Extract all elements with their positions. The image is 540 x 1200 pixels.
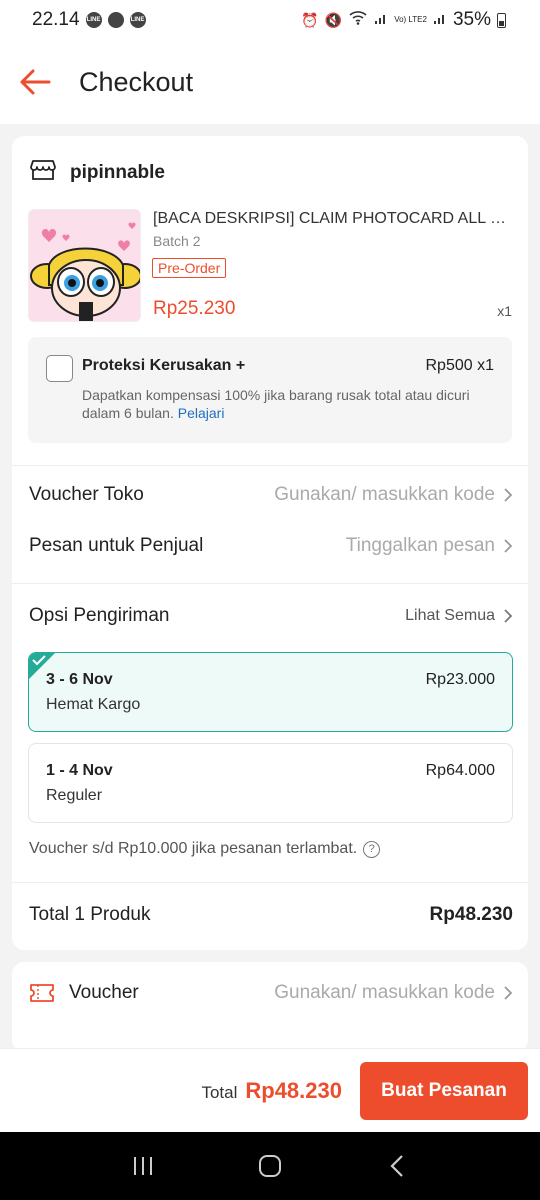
late-note-text: Voucher s/d Rp10.000 jika pesanan terlam…	[29, 840, 358, 857]
voucher-card: Voucher Gunakan/ masukkan kode	[12, 962, 528, 1052]
shipping-header-row: Opsi Pengiriman Lihat Semua	[29, 605, 513, 627]
divider	[12, 882, 528, 883]
protection-price: Rp500 x1	[425, 357, 495, 374]
platform-voucher-row[interactable]: Voucher Gunakan/ masukkan kode	[29, 982, 513, 1004]
signal-icon	[374, 9, 388, 31]
network-type: Vo) LTE2	[394, 15, 427, 24]
see-all-label: Lihat Semua	[405, 607, 495, 624]
status-left: 22.14 LINE LINE	[32, 9, 146, 31]
home-button[interactable]	[250, 1146, 290, 1186]
shop-voucher-hint: Gunakan/ masukkan kode	[274, 484, 495, 505]
product-quantity: x1	[497, 303, 512, 319]
bottom-total-value: Rp48.230	[245, 1078, 342, 1103]
seller-message-label: Pesan untuk Penjual	[29, 535, 204, 556]
see-all-button[interactable]: Lihat Semua	[405, 607, 513, 625]
help-icon[interactable]: ?	[363, 840, 381, 858]
learn-more-link[interactable]: Pelajari	[178, 405, 225, 421]
protection-box: Proteksi Kerusakan + Rp500 x1 Dapatkan k…	[28, 337, 512, 443]
shipping-option-selected[interactable]: 3 - 6 Nov Hemat Kargo Rp23.000	[28, 652, 513, 732]
protection-description: Dapatkan kompensasi 100% jika barang rus…	[82, 386, 502, 422]
voucher-label: Voucher	[69, 982, 139, 1003]
chevron-right-icon	[504, 986, 513, 1000]
header: Checkout	[0, 40, 540, 124]
back-arrow-icon[interactable]	[18, 65, 52, 99]
shipping-service: Hemat Kargo	[46, 696, 141, 713]
shipping-date: 1 - 4 Nov	[46, 762, 113, 779]
voucher-left: Voucher	[29, 982, 139, 1004]
seller-message-hint-wrap: Tinggalkan pesan	[346, 535, 513, 557]
status-time: 22.14	[32, 9, 80, 30]
system-nav-bar	[0, 1132, 540, 1200]
signal-icon	[433, 9, 447, 31]
order-total-value: Rp48.230	[429, 904, 513, 925]
shipping-date: 3 - 6 Nov	[46, 671, 113, 688]
shop-voucher-row[interactable]: Voucher Toko Gunakan/ masukkan kode	[29, 484, 513, 506]
line-app-icon: LINE	[129, 12, 146, 28]
chevron-right-icon	[504, 488, 513, 502]
seller-message-row[interactable]: Pesan untuk Penjual Tinggalkan pesan	[29, 535, 513, 557]
divider	[12, 465, 528, 466]
protection-checkbox[interactable]	[46, 355, 73, 382]
order-total-row: Total 1 Produk Rp48.230	[29, 904, 513, 926]
shipping-label: Opsi Pengiriman	[29, 605, 170, 626]
shop-voucher-hint-wrap: Gunakan/ masukkan kode	[274, 484, 513, 506]
recent-apps-button[interactable]	[123, 1146, 163, 1186]
product-title[interactable]: [BACA DESKRIPSI] CLAIM PHOTOCARD ALL N..…	[153, 210, 513, 228]
recent-apps-icon	[134, 1157, 153, 1175]
order-total-label: Total 1 Produk	[29, 904, 151, 925]
place-order-button[interactable]: Buat Pesanan	[360, 1062, 528, 1120]
preorder-badge: Pre-Order	[152, 258, 227, 278]
protection-desc-text: Dapatkan kompensasi 100% jika barang rus…	[82, 387, 470, 421]
page-title: Checkout	[79, 66, 194, 97]
late-delivery-note: Voucher s/d Rp10.000 jika pesanan terlam…	[29, 840, 381, 858]
wifi-icon	[348, 9, 368, 31]
home-icon	[258, 1155, 281, 1177]
protection-title: Proteksi Kerusakan +	[82, 357, 246, 374]
alarm-icon: ⏰	[301, 11, 319, 28]
chevron-right-icon	[504, 609, 513, 623]
voucher-hint: Gunakan/ masukkan kode	[274, 982, 495, 1003]
shipping-service: Reguler	[46, 787, 103, 804]
chevron-right-icon	[504, 539, 513, 553]
status-bar: 22.14 LINE LINE ⏰ 🔇 Vo) LTE2 35%	[0, 0, 540, 40]
back-nav-icon	[390, 1155, 403, 1177]
bottom-total-label: Total	[201, 1083, 238, 1102]
whatsapp-icon	[107, 12, 124, 28]
shop-voucher-label: Voucher Toko	[29, 484, 144, 505]
shipping-price: Rp23.000	[425, 671, 495, 688]
battery-icon	[497, 12, 506, 28]
store-icon	[30, 158, 56, 187]
product-variant: Batch 2	[153, 233, 201, 249]
product-price: Rp25.230	[153, 298, 236, 319]
checkout-bar: Total Rp48.230 Buat Pesanan	[0, 1048, 540, 1132]
back-button[interactable]	[377, 1146, 417, 1186]
line-app-icon: LINE	[85, 12, 102, 28]
voucher-hint-wrap: Gunakan/ masukkan kode	[274, 982, 513, 1004]
shop-card: pipinnable [BACA DESKRIPSI] CLAIM PHOTOC…	[12, 136, 528, 950]
check-icon	[32, 655, 46, 666]
shipping-option[interactable]: 1 - 4 Nov Reguler Rp64.000	[28, 743, 513, 823]
shop-header[interactable]: pipinnable	[30, 158, 165, 187]
divider	[12, 583, 528, 584]
bottom-total: Total Rp48.230	[201, 1078, 342, 1104]
ticket-icon	[30, 984, 54, 1002]
product-image[interactable]	[28, 209, 141, 322]
status-right: ⏰ 🔇 Vo) LTE2 35%	[301, 9, 506, 31]
battery-percent: 35%	[452, 9, 491, 30]
mute-icon: 🔇	[324, 11, 343, 28]
shipping-price: Rp64.000	[425, 762, 495, 779]
seller-message-hint: Tinggalkan pesan	[345, 535, 495, 556]
shop-name: pipinnable	[70, 161, 165, 183]
